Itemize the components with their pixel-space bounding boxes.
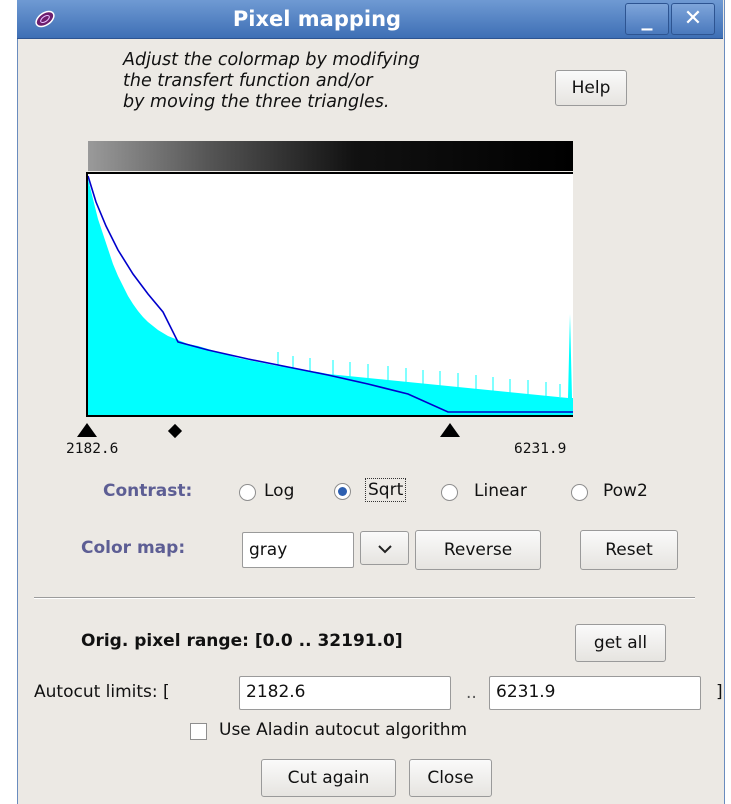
contrast-log-radio[interactable] <box>239 484 256 501</box>
max-cut-triangle-handle[interactable] <box>440 423 460 437</box>
contrast-sqrt-label: Sqrt <box>365 478 407 502</box>
histogram-plot[interactable] <box>86 172 573 417</box>
get-all-button[interactable]: get all <box>575 624 666 662</box>
original-pixel-range-text: Orig. pixel range: [0.0 .. 32191.0] <box>81 631 403 651</box>
autocut-range-separator: .. <box>466 683 477 703</box>
contrast-label: Contrast: <box>103 481 193 501</box>
min-cut-triangle-handle[interactable] <box>77 423 97 437</box>
instructions-text: Adjust the colormap by modifying the tra… <box>123 50 553 113</box>
instructions-line-1: Adjust the colormap by modifying <box>123 50 420 70</box>
histogram-area <box>88 179 573 415</box>
title-bar[interactable]: Pixel mapping _ ✕ <box>17 0 723 39</box>
close-button[interactable]: Close <box>409 759 492 797</box>
contrast-linear-radio[interactable] <box>441 484 458 501</box>
autocut-limits-label: Autocut limits: [ <box>34 682 170 702</box>
close-window-button[interactable]: ✕ <box>671 3 715 35</box>
aladin-autocut-checkbox-label: Use Aladin autocut algorithm <box>219 720 468 740</box>
histogram-min-label: 2182.6 <box>66 441 119 457</box>
instructions-line-3: by moving the three triangles. <box>123 92 390 112</box>
section-divider <box>34 597 695 599</box>
contrast-log-label: Log <box>264 481 295 501</box>
contrast-pow2-label: Pow2 <box>603 481 648 501</box>
colormap-select[interactable]: gray <box>242 532 354 568</box>
histogram-canvas <box>88 175 573 415</box>
minimize-button[interactable]: _ <box>625 3 669 35</box>
colormap-preview-bar <box>88 141 573 171</box>
aladin-autocut-checkbox[interactable] <box>190 723 207 740</box>
colormap-dropdown-button[interactable] <box>360 531 409 565</box>
reverse-button[interactable]: Reverse <box>415 530 541 570</box>
help-button[interactable]: Help <box>555 70 627 106</box>
contrast-linear-label: Linear <box>474 481 527 501</box>
autocut-max-input[interactable]: 6231.9 <box>489 676 701 710</box>
reset-button[interactable]: Reset <box>580 530 678 570</box>
autocut-min-input[interactable]: 2182.6 <box>239 676 451 710</box>
histogram-max-label: 6231.9 <box>514 441 567 457</box>
contrast-sqrt-radio[interactable] <box>334 483 351 500</box>
autocut-closing-bracket: ] <box>716 682 723 702</box>
instructions-line-2: the transfert function and/or <box>123 71 373 91</box>
colormap-label: Color map: <box>81 538 186 558</box>
cut-again-button[interactable]: Cut again <box>261 759 396 797</box>
contrast-pow2-radio[interactable] <box>571 484 588 501</box>
chevron-down-icon <box>378 545 392 554</box>
window-title: Pixel mapping <box>232 7 402 31</box>
